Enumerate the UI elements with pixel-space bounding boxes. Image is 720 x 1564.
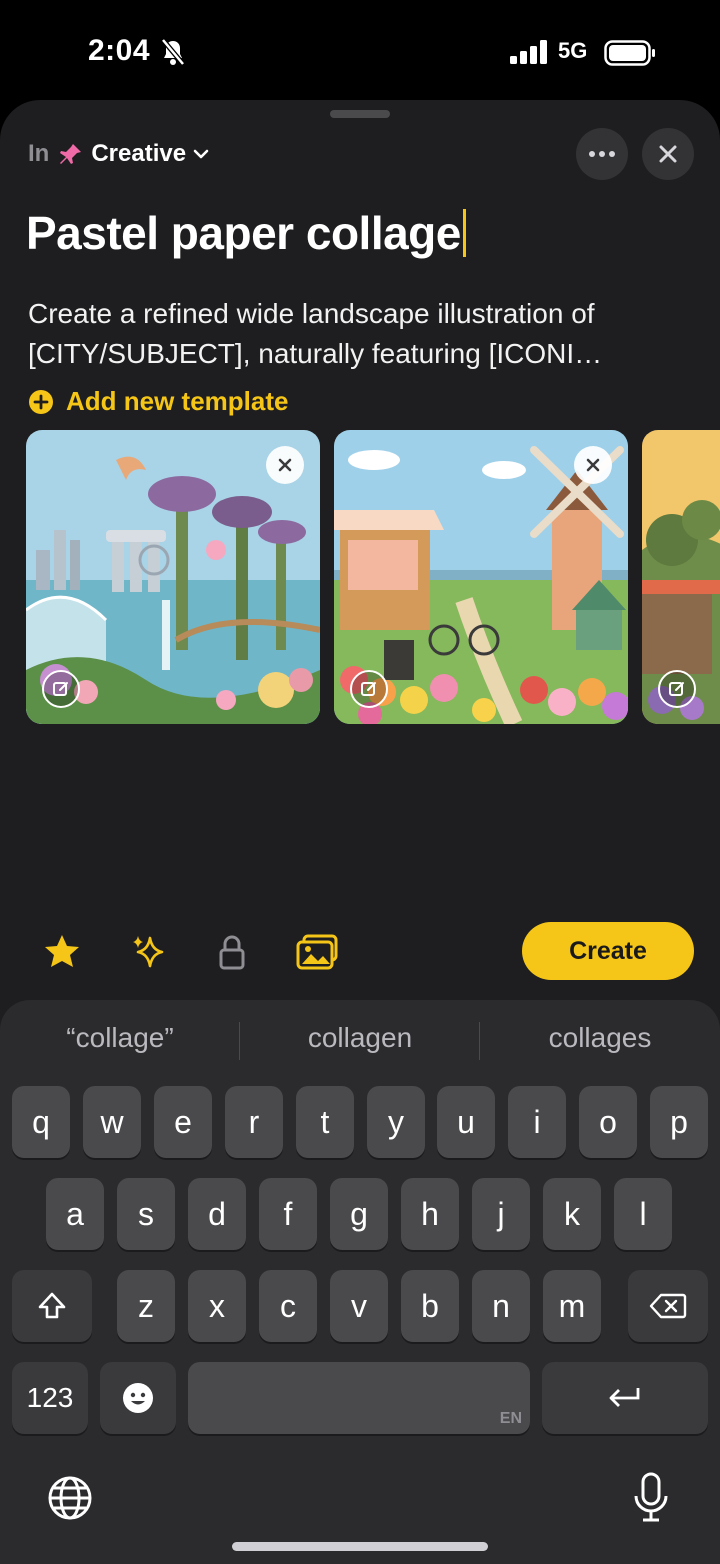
edit-thumbnail-button[interactable] [658,670,696,708]
battery-icon [604,40,655,66]
key-q[interactable]: q [12,1086,70,1158]
template-description[interactable]: Create a refined wide landscape illustra… [28,294,698,374]
shift-icon [38,1292,66,1319]
key-i[interactable]: i [508,1086,566,1158]
home-indicator[interactable] [232,1542,488,1551]
enhance-button[interactable] [126,930,170,974]
return-key[interactable] [542,1362,708,1434]
delete-key[interactable] [628,1270,708,1342]
shift-key[interactable] [12,1270,92,1342]
thumbnail-singapore-gardens[interactable] [26,430,320,724]
add-template-label: Add new template [66,386,289,416]
key-e[interactable]: e [154,1086,212,1158]
edit-icon [361,682,376,696]
key-c[interactable]: c [259,1270,317,1342]
key-u[interactable]: u [437,1086,495,1158]
suggestion-3[interactable]: collages [480,1022,720,1062]
signal-icon [510,40,547,64]
thumbnail-tuscan-village[interactable] [642,430,720,724]
favorite-button[interactable] [40,930,84,974]
in-label: In [28,140,50,167]
key-l[interactable]: l [614,1178,672,1250]
key-f[interactable]: f [259,1178,317,1250]
key-w[interactable]: w [83,1086,141,1158]
create-button[interactable]: Create [522,922,694,980]
edit-thumbnail-button[interactable] [42,670,80,708]
collection-name: Creative [91,140,187,167]
key-a[interactable]: a [46,1178,104,1250]
key-p[interactable]: p [650,1086,708,1158]
language-label: EN [499,1410,522,1427]
ellipsis-icon [589,151,615,157]
collection-picker[interactable]: In Creative [28,140,210,168]
key-r[interactable]: r [225,1086,283,1158]
more-button[interactable] [576,128,628,180]
add-template-button[interactable]: Add new template [28,386,288,417]
key-m[interactable]: m [543,1270,601,1342]
globe-icon[interactable] [46,1474,94,1522]
plus-circle-icon [29,389,53,414]
numbers-key[interactable]: 123 [12,1362,88,1434]
status-time: 2:04 [88,34,151,67]
bell-muted-icon [161,38,185,66]
privacy-button[interactable] [210,930,254,974]
description-line: [CITY/SUBJECT], naturally featuring [ICO… [28,338,603,369]
close-icon [278,458,292,472]
key-h[interactable]: h [401,1178,459,1250]
return-icon [609,1388,640,1407]
key-g[interactable]: g [330,1178,388,1250]
sheet-grabber[interactable] [330,110,390,118]
suggestion-1[interactable]: “collage” [0,1022,240,1062]
template-title-input[interactable]: Pastel paper collage [26,206,466,260]
key-j[interactable]: j [472,1178,530,1250]
chevron-down-icon [193,149,209,159]
key-t[interactable]: t [296,1086,354,1158]
edit-thumbnail-button[interactable] [350,670,388,708]
sparkle-icon [133,936,164,968]
space-key[interactable]: EN [188,1362,530,1434]
key-y[interactable]: y [367,1086,425,1158]
text-cursor [462,209,466,257]
key-o[interactable]: o [579,1086,637,1158]
close-button[interactable] [642,128,694,180]
remove-thumbnail-button[interactable] [574,446,612,484]
emoji-key[interactable] [100,1362,176,1434]
key-v[interactable]: v [330,1270,388,1342]
key-x[interactable]: x [188,1270,246,1342]
suggestion-2[interactable]: collagen [240,1022,480,1062]
collection-pin-icon [60,144,82,164]
network-label: 5G [558,38,588,63]
microphone-icon[interactable] [632,1472,670,1524]
thumbnail-dutch-tulip-garden[interactable] [334,430,628,724]
backspace-icon [649,1293,687,1319]
star-icon [45,935,79,967]
edit-icon [53,682,68,696]
key-k[interactable]: k [543,1178,601,1250]
template-thumbnails[interactable] [26,430,720,724]
lock-icon [219,935,245,970]
remove-thumbnail-button[interactable] [266,446,304,484]
template-title: Pastel paper collage [26,207,461,259]
close-icon [659,145,677,163]
gallery-button[interactable] [296,930,340,974]
edit-icon [669,682,684,696]
key-s[interactable]: s [117,1178,175,1250]
key-z[interactable]: z [117,1270,175,1342]
gallery-icon [296,934,338,970]
emoji-icon [123,1383,153,1413]
key-b[interactable]: b [401,1270,459,1342]
key-d[interactable]: d [188,1178,246,1250]
close-icon [586,458,600,472]
description-line: Create a refined wide landscape illustra… [28,298,595,329]
key-n[interactable]: n [472,1270,530,1342]
